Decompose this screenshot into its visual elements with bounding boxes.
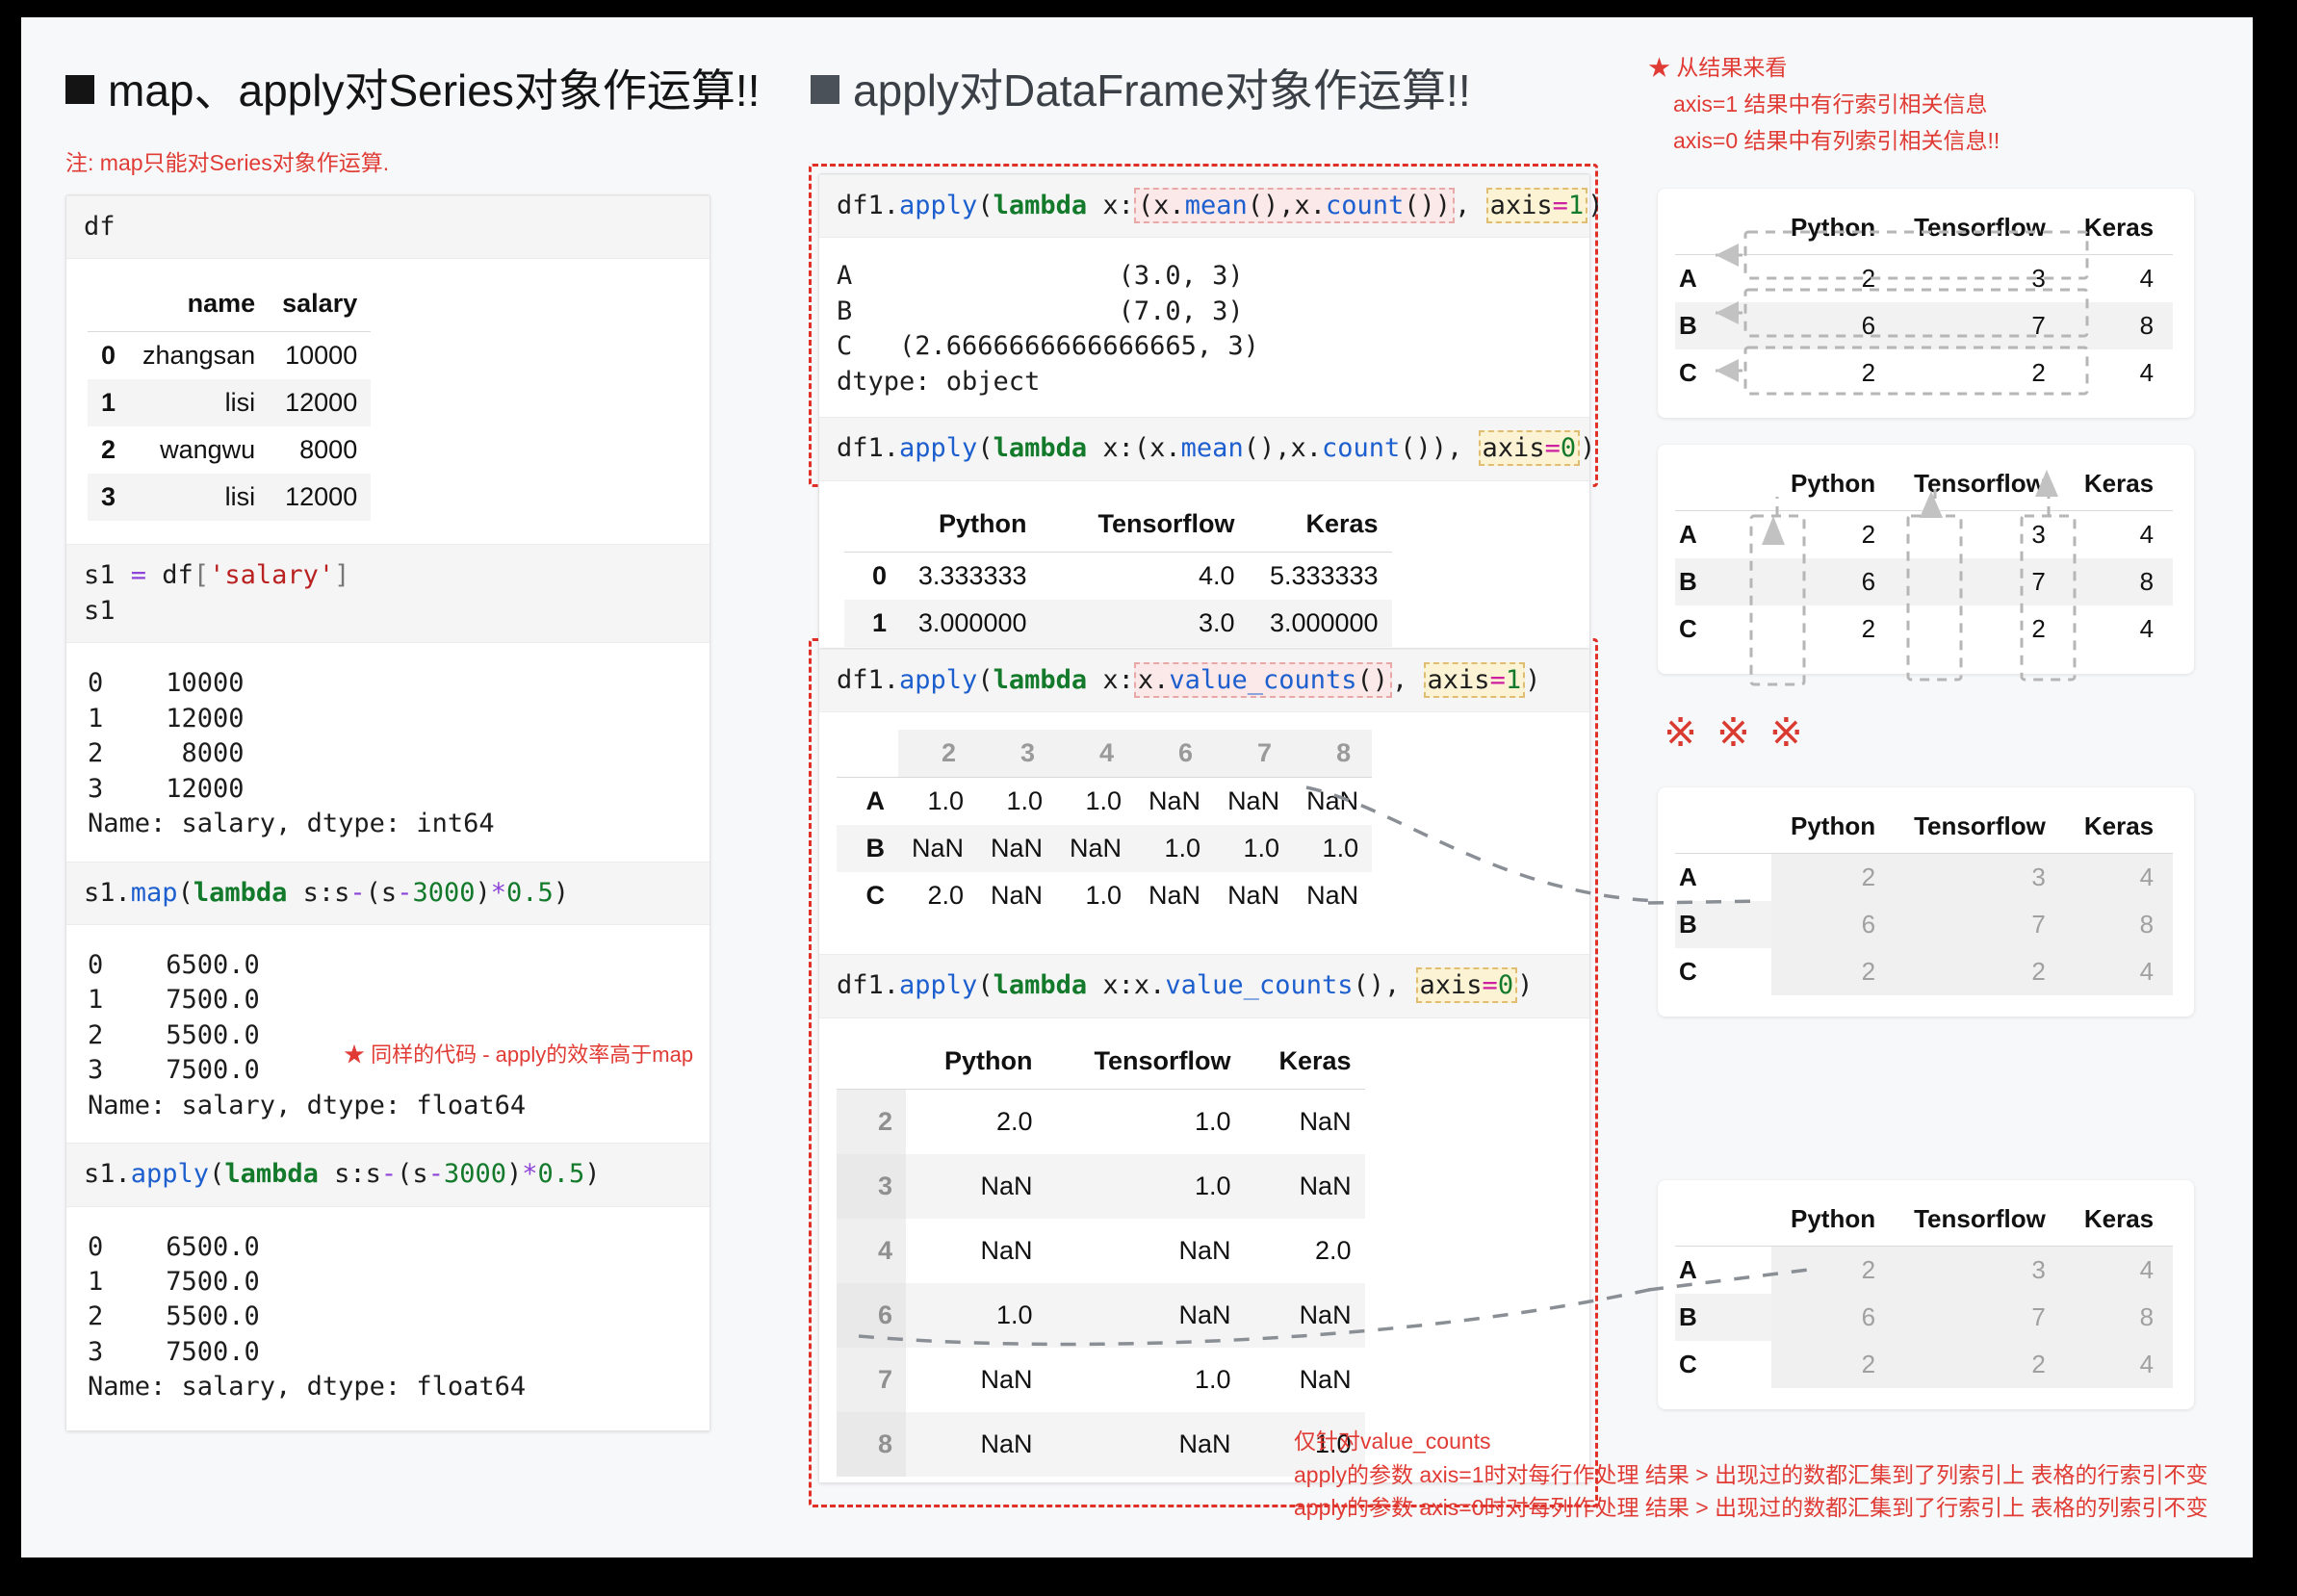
bottom-annotation-line3: apply的参数 axis=0时对每列作处理 结果 > 出现过的数都汇集到了行索… bbox=[1294, 1495, 2208, 1520]
code-vc-axis0: df1.apply(lambda x:x.value_counts(), axi… bbox=[837, 967, 1572, 1004]
cell-input-mean-count-axis1[interactable]: df1.apply(lambda x: (x.mean(),x.count()),… bbox=[819, 174, 1603, 239]
code-map: s1.map(lambda s:s-(s-3000)*0.5) bbox=[84, 877, 570, 908]
cell-output-vc-axis0: Python Tensorflow Keras 2 2.0 1.0 NaN 3 … bbox=[819, 1017, 1589, 1482]
table-header-row: Python Tensorflow Keras bbox=[1675, 1196, 2174, 1247]
table-row: C 2 2 4 bbox=[1679, 358, 2155, 387]
kome-marks: ※ ※ ※ bbox=[1664, 709, 1807, 755]
right-note-line3: axis=0 结果中有列索引相关信息!! bbox=[1673, 127, 2000, 153]
code-apply: s1.apply(lambda s:s-(s-3000)*0.5) bbox=[84, 1159, 601, 1190]
table-row: B 6 7 8 bbox=[1675, 901, 2174, 948]
middle-notebook-2: df1.apply(lambda x: x.value_counts(), axi… bbox=[818, 648, 1590, 1483]
df1-table-dim-2: Python Tensorflow Keras A 2 3 4 B 6 7 8 bbox=[1675, 1196, 2174, 1388]
table-row: C 2 2 4 bbox=[1675, 1341, 2174, 1388]
left-notebook: df name salary 0 zhangsan 10000 1 lisi 1… bbox=[65, 194, 710, 1431]
table-row: 0 3.333333 4.0 5.333333 bbox=[871, 560, 1379, 590]
cell-input-s1[interactable]: s1 = df['salary'] s1 bbox=[66, 544, 710, 644]
bottom-annotation-line1: 仅针对value_counts bbox=[1294, 1429, 1491, 1454]
df-table: name salary 0 zhangsan 10000 1 lisi 1200… bbox=[88, 280, 372, 522]
bullet-square-icon bbox=[65, 75, 94, 104]
code-vc-axis1: df1.apply(lambda x: x.value_counts(), axi… bbox=[837, 662, 1572, 698]
table-row: 7 NaN 1.0 NaN bbox=[837, 1347, 1365, 1412]
apply-output: 0 6500.0 1 7500.0 2 5500.0 3 7500.0 Name… bbox=[88, 1231, 527, 1403]
table-row: C 2.0 NaN 1.0 NaN NaN NaN bbox=[865, 881, 1359, 911]
table-row: 1 lisi 12000 bbox=[88, 379, 372, 427]
vc-axis0-table: Python Tensorflow Keras 2 2.0 1.0 NaN 3 … bbox=[837, 1037, 1365, 1477]
middle-heading: apply对DataFrame对象作运算!! bbox=[811, 56, 1619, 119]
df1-card-dim-2: Python Tensorflow Keras A 2 3 4 B 6 7 8 bbox=[1658, 1180, 2195, 1409]
cell-output-s1: 0 10000 1 12000 2 8000 3 12000 Name: sal… bbox=[66, 643, 710, 862]
cell-output-vc-axis1: 2 3 4 6 7 8 A 1.0 1.0 1.0 NaN NaN NaN B … bbox=[819, 712, 1589, 955]
vc-axis1-table: 2 3 4 6 7 8 A 1.0 1.0 1.0 NaN NaN NaN B … bbox=[837, 730, 1373, 919]
code-mean-count-axis0: df1.apply(lambda x:(x.mean(),x.count()),… bbox=[837, 430, 1595, 467]
table-row: 4 NaN NaN 2.0 bbox=[837, 1218, 1365, 1283]
cell-input-vc-axis1[interactable]: df1.apply(lambda x: x.value_counts(), axi… bbox=[819, 649, 1589, 713]
cell-input-vc-axis0[interactable]: df1.apply(lambda x:x.value_counts(), axi… bbox=[819, 954, 1589, 1018]
cell-output-apply: 0 6500.0 1 7500.0 2 5500.0 3 7500.0 Name… bbox=[66, 1206, 710, 1430]
table-row: A 2 3 4 bbox=[1679, 520, 2155, 549]
cell-input-df[interactable]: df bbox=[66, 195, 710, 260]
df1-table-cols: Python Tensorflow Keras A 2 3 4 B 6 7 8 bbox=[1675, 460, 2174, 653]
table-row: B 6 7 8 bbox=[1675, 558, 2174, 605]
df1-card-cols: Python Tensorflow Keras A 2 3 4 B 6 7 8 bbox=[1658, 445, 2195, 674]
cell-output-mean-count-axis1: A (3.0, 3) B (7.0, 3) C (2.6666666666666… bbox=[819, 238, 1589, 418]
table-header-row: Python Tensorflow Keras bbox=[844, 500, 1392, 553]
right-note-line1: ★ 从结果来看 bbox=[1648, 55, 1788, 80]
df1-table-rows: Python Tensorflow Keras A 2 3 4 B 6 7 8 bbox=[1675, 204, 2174, 397]
slide-canvas: map、apply对Series对象作运算!! 注: map只能对Series对… bbox=[21, 17, 2253, 1557]
cell-input-map[interactable]: s1.map(lambda s:s-(s-3000)*0.5) bbox=[66, 861, 710, 925]
mean-count-axis1-output: A (3.0, 3) B (7.0, 3) C (2.6666666666666… bbox=[837, 261, 1259, 397]
right-column: ★ 从结果来看 axis=1 结果中有行索引相关信息 axis=0 结果中有列索… bbox=[1648, 50, 2226, 160]
code-df: df bbox=[84, 212, 116, 242]
map-output: 0 6500.0 1 7500.0 2 5500.0 3 7500.0 Name… bbox=[88, 949, 527, 1120]
table-row: 1 3.000000 3.0 3.000000 bbox=[844, 599, 1392, 647]
bottom-annotation: 仅针对value_counts apply的参数 axis=1时对每行作处理 结… bbox=[1294, 1425, 2208, 1525]
table-header-row: Python Tensorflow Keras bbox=[1675, 460, 2174, 511]
table-row: 2 2.0 1.0 NaN bbox=[837, 1089, 1365, 1154]
table-header-row: Python Tensorflow Keras bbox=[1675, 204, 2174, 255]
col-name: name bbox=[129, 280, 270, 333]
bullet-square-icon bbox=[811, 75, 839, 104]
table-header-row: Python Tensorflow Keras bbox=[1675, 803, 2174, 854]
code-mean-count-axis1: df1.apply(lambda x: (x.mean(),x.count()),… bbox=[837, 188, 1603, 223]
map-note: ★ 同样的代码 - apply的效率高于map bbox=[344, 1042, 694, 1067]
table-row: A 2 3 4 bbox=[1679, 264, 2155, 293]
table-row: B 6 7 8 bbox=[1675, 1294, 2174, 1341]
table-row: C 2 2 4 bbox=[1675, 948, 2174, 995]
table-header-row: 2 3 4 6 7 8 bbox=[837, 730, 1373, 779]
table-row: A 1.0 1.0 1.0 NaN NaN NaN bbox=[865, 786, 1359, 816]
table-row: 3 lisi 12000 bbox=[88, 474, 372, 522]
table-row: C 2 2 4 bbox=[1679, 614, 2155, 643]
cell-output-df: name salary 0 zhangsan 10000 1 lisi 1200… bbox=[66, 259, 710, 545]
cell-output-mean-count-axis0: Python Tensorflow Keras 0 3.333333 4.0 5… bbox=[819, 480, 1589, 653]
right-note-line2: axis=1 结果中有行索引相关信息 bbox=[1673, 90, 1988, 116]
df1-card-dim-1: Python Tensorflow Keras A 2 3 4 B 6 7 8 bbox=[1658, 787, 2195, 1017]
table-row: B 6 7 8 bbox=[1675, 302, 2174, 349]
s1-output: 0 10000 1 12000 2 8000 3 12000 Name: sal… bbox=[88, 668, 495, 839]
df1-table-dim-1: Python Tensorflow Keras A 2 3 4 B 6 7 8 bbox=[1675, 803, 2174, 995]
code-s1: s1 = df['salary'] s1 bbox=[84, 560, 350, 626]
table-row: 2 wangwu 8000 bbox=[101, 435, 358, 465]
cell-input-mean-count-axis0[interactable]: df1.apply(lambda x:(x.mean(),x.count()),… bbox=[819, 417, 1595, 481]
col-salary: salary bbox=[269, 280, 372, 333]
table-row: 6 1.0 NaN NaN bbox=[837, 1282, 1365, 1348]
df1-card-rows: Python Tensorflow Keras A 2 3 4 B 6 7 8 bbox=[1658, 189, 2195, 418]
table-row: 0 zhangsan 10000 bbox=[101, 341, 358, 371]
middle-column: apply对DataFrame对象作运算!! bbox=[811, 56, 1619, 119]
table-row: A 2 3 4 bbox=[1675, 1246, 2174, 1294]
left-heading: map、apply对Series对象作运算!! bbox=[65, 56, 760, 119]
left-column: map、apply对Series对象作运算!! 注: map只能对Series对… bbox=[65, 56, 760, 1431]
cell-output-map: 0 6500.0 1 7500.0 2 5500.0 3 7500.0 Name… bbox=[66, 924, 710, 1144]
table-header-row: name salary bbox=[88, 280, 372, 333]
middle-notebook-1: df1.apply(lambda x: (x.mean(),x.count()),… bbox=[818, 173, 1603, 654]
left-note: 注: map只能对Series对象作运算. bbox=[65, 150, 390, 175]
bottom-annotation-line2: apply的参数 axis=1时对每行作处理 结果 > 出现过的数都汇集到了列索… bbox=[1294, 1461, 2208, 1487]
table-row: 8 NaN NaN 1.0 bbox=[837, 1411, 1365, 1477]
table-header-row: Python Tensorflow Keras bbox=[837, 1037, 1365, 1090]
table-row: B NaN NaN NaN 1.0 1.0 1.0 bbox=[837, 825, 1373, 873]
mean-count-axis0-table: Python Tensorflow Keras 0 3.333333 4.0 5… bbox=[844, 500, 1392, 647]
table-row: A 2 3 4 bbox=[1675, 853, 2174, 901]
right-note: ★ 从结果来看 axis=1 结果中有行索引相关信息 axis=0 结果中有列索… bbox=[1648, 50, 2226, 160]
table-row: 3 NaN 1.0 NaN bbox=[837, 1153, 1365, 1219]
cell-input-apply[interactable]: s1.apply(lambda s:s-(s-3000)*0.5) bbox=[66, 1143, 710, 1207]
